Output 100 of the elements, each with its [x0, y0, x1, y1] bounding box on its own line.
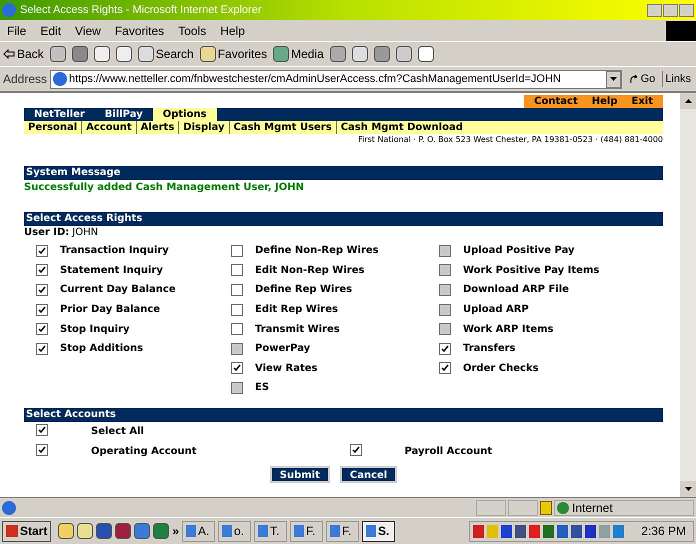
tray-icon[interactable] [543, 524, 554, 538]
taskbar-button[interactable]: S. [362, 520, 396, 542]
status-pane [508, 500, 538, 516]
sub-nav-link[interactable]: Account [81, 121, 136, 134]
clock: 2:36 PM [641, 523, 686, 540]
section-header: Select Access Rights [24, 212, 663, 226]
account-label: Select All [91, 425, 144, 440]
tray-icon[interactable] [529, 524, 540, 538]
checkbox-label: Work Positive Pay Items [463, 264, 600, 278]
menu-item[interactable]: Help [213, 22, 252, 40]
checkbox-label: ES [255, 381, 270, 396]
scroll-down-button[interactable] [680, 481, 696, 497]
toolbar-button[interactable]: Search [156, 45, 194, 63]
checkbox[interactable] [231, 284, 243, 296]
start-button[interactable]: Start [2, 520, 52, 542]
links-button[interactable]: Links [662, 70, 693, 88]
checkbox-label: PowerPay [255, 342, 310, 356]
tray-icon[interactable] [557, 524, 568, 538]
checkbox[interactable] [36, 424, 48, 436]
checkbox[interactable] [36, 304, 48, 316]
security-zone: Internet [572, 500, 613, 516]
checkbox-label: Current Day Balance [60, 283, 176, 298]
taskbar-button[interactable]: F. [326, 520, 360, 542]
back-arrow-icon [3, 49, 15, 59]
menu-item[interactable]: File [0, 22, 34, 40]
toolbar-button[interactable]: Back [17, 45, 44, 63]
sub-nav-link[interactable]: Cash Mgmt Download [336, 121, 467, 134]
checkbox-label: Download ARP File [463, 283, 569, 298]
taskbar-button[interactable]: o. [218, 520, 252, 542]
checkbox[interactable] [231, 264, 243, 276]
menu-item[interactable]: View [68, 22, 108, 40]
tray-icon[interactable] [515, 524, 526, 538]
checkbox[interactable] [231, 362, 243, 374]
taskbar-button[interactable]: T. [254, 520, 288, 542]
checkbox-label: Statement Inquiry [60, 264, 163, 278]
checkbox[interactable] [231, 304, 243, 316]
utility-link[interactable]: Exit [632, 96, 653, 106]
address-field[interactable]: https://www.netteller.com/fnbwestchester/cmAdminUserAccess.cfm?CashManagementUserId=JOHN [50, 70, 622, 88]
status-pane [476, 500, 506, 516]
user-id-value: JOHN [72, 226, 98, 239]
checkbox[interactable] [439, 362, 451, 374]
account-label: Payroll Account [404, 445, 492, 460]
down-arrow-icon [684, 487, 692, 491]
nav-tab[interactable]: Options [152, 108, 217, 121]
taskbar-button[interactable]: A. [182, 520, 216, 542]
success-message: Successfully added Cash Management User, JOHN [24, 181, 305, 195]
checkbox-label: Define Non-Rep Wires [255, 244, 379, 258]
tray-icon[interactable] [473, 524, 484, 538]
checkbox-label: Upload Positive Pay [463, 244, 575, 258]
toolbar-button[interactable]: Favorites [218, 45, 268, 63]
utility-link[interactable]: Contact [534, 96, 578, 106]
checkbox[interactable] [36, 244, 48, 257]
checkbox-label: Transfers [463, 342, 516, 356]
tray-icon[interactable] [501, 524, 512, 538]
maximize-button[interactable] [663, 4, 678, 16]
form-button[interactable]: Cancel [340, 466, 398, 483]
section-header: System Message [24, 166, 663, 180]
sub-nav-link[interactable]: Cash Mgmt Users [228, 121, 336, 134]
checkbox-label: Transmit Wires [255, 322, 340, 337]
scrollbar[interactable] [680, 93, 696, 497]
menu-item[interactable]: Tools [171, 22, 214, 40]
nav-tab[interactable]: BillPay [94, 108, 153, 121]
checkbox[interactable] [36, 444, 48, 456]
checkbox[interactable] [36, 284, 48, 296]
checkbox[interactable] [36, 323, 48, 336]
utility-link[interactable]: Help [592, 96, 618, 106]
checkbox[interactable] [439, 342, 451, 355]
tray-icon[interactable] [571, 524, 582, 538]
minimize-button[interactable] [647, 4, 662, 16]
sub-nav-link[interactable]: Personal [24, 121, 82, 134]
tray-icon[interactable] [613, 524, 624, 538]
form-button[interactable]: Submit [270, 466, 330, 483]
checkbox[interactable] [231, 244, 243, 257]
toolbar-button[interactable]: Media [291, 45, 324, 63]
up-arrow-icon [684, 99, 692, 103]
window-title: Select Access Rights - Microsoft Internet Explorer [20, 2, 262, 18]
checkbox[interactable] [36, 342, 48, 355]
sub-nav-link[interactable]: Display [178, 121, 229, 134]
checkbox-label: View Rates [255, 362, 318, 376]
checkbox-label: Stop Inquiry [60, 322, 130, 337]
dropdown-button[interactable] [606, 70, 621, 88]
checkbox-label: Work ARP Items [463, 322, 554, 337]
checkbox[interactable] [350, 444, 362, 456]
checkbox-label: Define Rep Wires [255, 283, 352, 298]
go-button[interactable]: Go [624, 70, 660, 88]
close-button[interactable] [679, 4, 694, 16]
tray-icon[interactable] [585, 524, 596, 538]
checkbox-label: Transaction Inquiry [60, 244, 169, 258]
nav-tab[interactable]: NetTeller [24, 108, 95, 121]
overflow-chevron[interactable]: » [172, 522, 180, 540]
checkbox-label: Edit Non-Rep Wires [255, 264, 364, 278]
scroll-up-button[interactable] [680, 93, 696, 109]
checkbox[interactable] [231, 323, 243, 336]
sub-nav-link[interactable]: Alerts [136, 121, 178, 134]
menu-item[interactable]: Edit [33, 22, 68, 40]
checkbox[interactable] [36, 264, 48, 276]
checkbox-label: Prior Day Balance [60, 303, 160, 318]
go-arrow-icon [628, 74, 639, 84]
menu-item[interactable]: Favorites [108, 22, 172, 40]
taskbar-button[interactable]: F. [290, 520, 324, 542]
